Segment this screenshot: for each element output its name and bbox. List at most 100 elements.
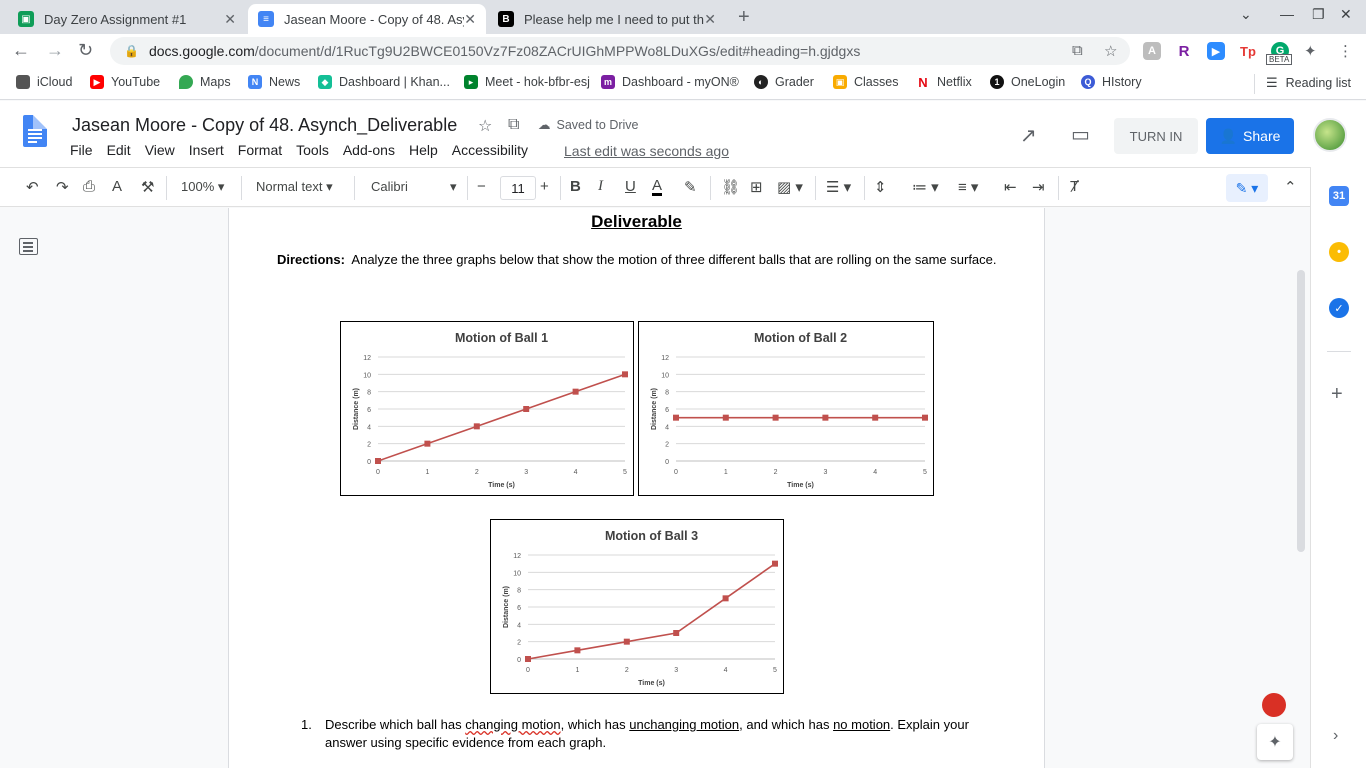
restore-icon[interactable]: ❐ [1312,6,1325,23]
last-edit-link[interactable]: Last edit was seconds ago [564,143,729,159]
move-folder-icon[interactable]: ⧉ [508,116,519,134]
extension-tp-icon[interactable]: Tp [1239,42,1257,60]
bold-icon[interactable]: B [570,178,581,195]
bookmark-myon[interactable]: m Dashboard - myON® [601,75,739,89]
bookmark-classes[interactable]: ▣ Classes [833,75,898,89]
add-addon-plus-icon[interactable]: + [1331,383,1343,406]
tab-search-icon[interactable]: ⌄ [1240,6,1252,23]
tab-day-zero[interactable]: ▣ Day Zero Assignment #1 ✕ [8,4,246,34]
zoom-extension-icon[interactable]: ▶ [1207,42,1225,60]
paint-format-icon[interactable]: ⚒ [141,178,154,196]
document-page[interactable]: Deliverable Directions: Analyze the thre… [228,208,1045,768]
chevron-down-icon[interactable]: ▾ [450,179,457,195]
turn-in-button[interactable]: TURN IN [1114,118,1198,154]
extensions-puzzle-icon[interactable]: ✦ [1304,42,1317,60]
bulleted-list-icon[interactable]: ≡ ▾ [958,178,978,196]
tab-brainly[interactable]: B Please help me I need to put this ✕ [488,4,726,34]
text-color-icon[interactable]: A [652,178,663,196]
zoom-select[interactable]: 100% ▾ [181,179,224,195]
line-spacing-icon[interactable]: ⇕ [874,178,887,196]
chevron-up-icon[interactable]: ⌃ [1284,178,1297,196]
avatar[interactable] [1313,118,1347,152]
numbered-list-icon[interactable]: ≔ ▾ [912,178,939,196]
font-select[interactable]: Calibri [371,179,408,194]
reading-list-button[interactable]: ☰ Reading list [1266,75,1351,91]
clear-formatting-icon[interactable]: Ⱦ [1070,178,1079,195]
bookmark-maps[interactable]: Maps [179,75,231,89]
tasks-icon[interactable]: ✓ [1329,298,1349,318]
new-tab-plus-icon[interactable]: + [738,6,750,29]
bookmark-khan[interactable]: ◆ Dashboard | Khan... [318,75,450,89]
menu-tools[interactable]: Tools [296,142,329,158]
undo-icon[interactable]: ↶ [26,178,39,196]
keep-icon[interactable]: • [1329,242,1349,262]
close-icon[interactable]: ✕ [704,11,716,28]
font-size-input[interactable]: 11 [500,176,536,200]
back-icon[interactable]: ← [12,40,30,61]
chart-ball-3[interactable]: Motion of Ball 3 0 2 4 6 8 10 12 0 1 2 3 4 5 Time (s) D… [490,519,784,694]
link-icon[interactable]: ⛓ [721,178,740,196]
align-icon[interactable]: ☰ ▾ [826,178,851,196]
reload-icon[interactable]: ↻ [78,40,93,61]
add-comment-icon[interactable]: ⊞ [750,178,763,196]
underline-icon[interactable]: U [625,178,636,195]
editing-mode-button[interactable]: ✎ ▾ [1226,174,1268,202]
window-close-icon[interactable]: ✕ [1340,6,1352,23]
explore-icon[interactable]: ✦ [1257,724,1293,760]
spellcheck-icon[interactable]: A [112,178,122,195]
bookmark-history[interactable]: Q HIstory [1081,75,1142,89]
extension-icon[interactable]: A [1143,42,1161,60]
address-bar[interactable]: 🔒 docs.google.com /document/d/1RucTg9U2B… [110,37,1130,65]
bookmark-grader[interactable]: ◐ Grader [754,75,814,89]
menu-dots-icon[interactable]: ⋮ [1338,42,1353,60]
menu-bar: File Edit View Insert Format Tools Add-o… [70,142,542,158]
menu-file[interactable]: File [70,142,93,158]
bookmark-youtube[interactable]: ▶ YouTube [90,75,160,89]
chart-ball-2[interactable]: Motion of Ball 2 0 2 4 6 8 10 12 0 1 2 3 4 5 Time (s) D… [638,321,934,496]
decrease-indent-icon[interactable]: ⇤ [1004,178,1017,196]
menu-help[interactable]: Help [409,142,438,158]
comment-icon[interactable]: ▭ [1071,122,1090,147]
menu-format[interactable]: Format [238,142,282,158]
bookmark-icloud[interactable]: iCloud [16,75,72,89]
star-icon[interactable]: ☆ [478,116,492,136]
share-button[interactable]: 👤 Share [1206,118,1294,154]
highlight-icon[interactable]: ✎ [684,178,697,196]
bookmark-onelogin[interactable]: 1 OneLogin [990,75,1065,89]
redo-icon[interactable]: ↷ [56,178,69,196]
menu-insert[interactable]: Insert [189,142,224,158]
minimize-icon[interactable]: — [1280,6,1294,22]
forward-icon[interactable]: → [46,40,64,61]
document-title[interactable]: Jasean Moore - Copy of 48. Asynch_Delive… [72,115,457,136]
close-icon[interactable]: ✕ [224,11,236,28]
chart-ball-1[interactable]: Motion of Ball 1 0 2 4 6 8 10 12 0 1 2 3 4 5 Time (s) D… [340,321,634,496]
chevron-right-icon[interactable]: › [1333,727,1338,745]
style-select[interactable]: Normal text ▾ [256,179,333,195]
docs-logo-icon[interactable] [23,115,47,147]
activity-trend-icon[interactable]: ↗ [1020,123,1037,148]
menu-edit[interactable]: Edit [107,142,131,158]
open-in-app-icon[interactable]: ⧉ [1072,42,1083,59]
bookmark-news[interactable]: N News [248,75,300,89]
print-icon[interactable]: ⎙ [83,178,95,195]
grammarly-status-icon[interactable] [1262,693,1286,717]
insert-image-icon[interactable]: ▨ ▾ [777,178,803,196]
scrollbar-thumb[interactable] [1297,270,1305,552]
bookmark-meet[interactable]: ▸ Meet - hok-bfbr-esj [464,75,590,89]
menu-view[interactable]: View [145,142,175,158]
tab-jasean-doc[interactable]: ≡ Jasean Moore - Copy of 48. Asynch_Deli… [248,4,486,34]
increase-font-size-icon[interactable]: + [540,178,549,195]
close-icon[interactable]: ✕ [464,11,476,28]
bookmarks-bar: iCloud ▶ YouTube Maps N News ◆ Dashboard | … [0,68,1366,100]
menu-accessibility[interactable]: Accessibility [452,142,528,158]
bookmark-netflix[interactable]: N Netflix [916,75,972,90]
data-point [772,560,778,567]
calendar-icon[interactable]: 31 [1329,186,1349,206]
decrease-font-size-icon[interactable]: − [477,178,486,195]
menu-add-ons[interactable]: Add-ons [343,142,395,158]
increase-indent-icon[interactable]: ⇥ [1032,178,1045,196]
document-outline-icon[interactable] [19,238,38,255]
bookmark-star-icon[interactable]: ☆ [1104,42,1117,60]
italic-icon[interactable]: I [598,178,603,195]
extension-r-icon[interactable]: R [1175,42,1193,60]
